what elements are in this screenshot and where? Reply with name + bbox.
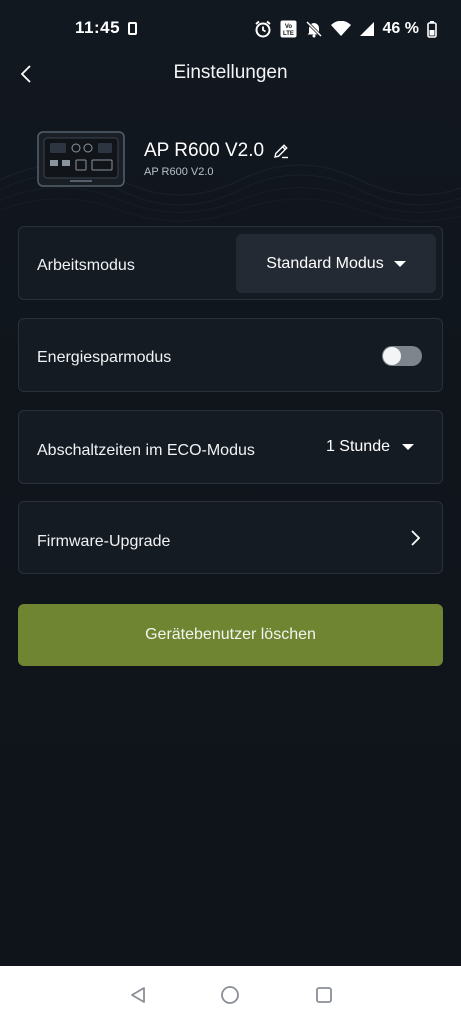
volte-icon: Vo LTE [280, 20, 297, 38]
eco-shutdown-label: Abschaltzeiten im ECO-Modus [37, 442, 255, 459]
device-model: AP R600 V2.0 [144, 166, 214, 178]
square-recents-icon [316, 987, 332, 1003]
work-mode-value: Standard Modus [266, 254, 384, 272]
eco-shutdown-card: Abschaltzeiten im ECO-Modus 1 Stunde [18, 410, 443, 484]
device-name: AP R600 V2.0 [144, 140, 265, 161]
caret-down-icon [393, 260, 406, 267]
svg-text:Vo: Vo [284, 24, 292, 30]
system-nav-bar [0, 966, 461, 1024]
bell-off-icon [305, 20, 322, 38]
firmware-upgrade-item[interactable]: Firmware-Upgrade [18, 501, 443, 574]
triangle-back-icon [131, 987, 145, 1003]
energy-saving-toggle[interactable] [382, 346, 422, 366]
battery-percent: 46 % [382, 20, 419, 37]
nav-back-button[interactable] [126, 983, 150, 1007]
alarm-clock-icon [254, 20, 271, 38]
page-title: Einstellungen [173, 62, 288, 83]
battery-icon [427, 20, 437, 38]
device-name-row: AP R600 V2.0 [144, 140, 290, 162]
eco-shutdown-value: 1 Stunde [325, 438, 390, 455]
work-mode-card: Arbeitsmodus Standard Modus [18, 226, 443, 300]
wifi-icon [330, 21, 351, 36]
status-time: 11:45 [75, 18, 121, 37]
cell-signal-icon [359, 22, 374, 36]
energy-saving-label: Energiesparmodus [37, 349, 172, 366]
nav-home-button[interactable] [218, 983, 242, 1007]
app-screen: 11:45 Vo LTE 46 % Einstellungen AP R600 … [0, 0, 461, 966]
status-bar: 11:45 Vo LTE 46 % [0, 0, 461, 56]
pencil-icon [274, 144, 289, 159]
work-mode-select[interactable]: Standard Modus [236, 234, 436, 293]
work-mode-label: Arbeitsmodus [37, 257, 135, 274]
nav-recents-button[interactable] [312, 983, 336, 1007]
caret-down-icon [402, 444, 414, 450]
energy-saving-card: Energiesparmodus [18, 318, 443, 392]
delete-device-user-button[interactable]: Gerätebenutzer löschen [18, 604, 443, 666]
svg-text:LTE: LTE [283, 31, 294, 37]
device-info: AP R600 V2.0 AP R600 V2.0 [36, 128, 436, 192]
power-station-image [37, 131, 125, 187]
firmware-upgrade-label: Firmware-Upgrade [37, 533, 171, 550]
toggle-knob [383, 347, 401, 365]
edit-name-button[interactable] [272, 142, 290, 160]
eco-shutdown-select[interactable]: 1 Stunde [326, 438, 414, 456]
app-header: Einstellungen [0, 56, 461, 92]
sim-icon [128, 22, 137, 35]
chevron-right-icon [411, 530, 421, 546]
circle-home-icon [221, 986, 239, 1004]
status-icons: Vo LTE 46 % [254, 18, 437, 40]
